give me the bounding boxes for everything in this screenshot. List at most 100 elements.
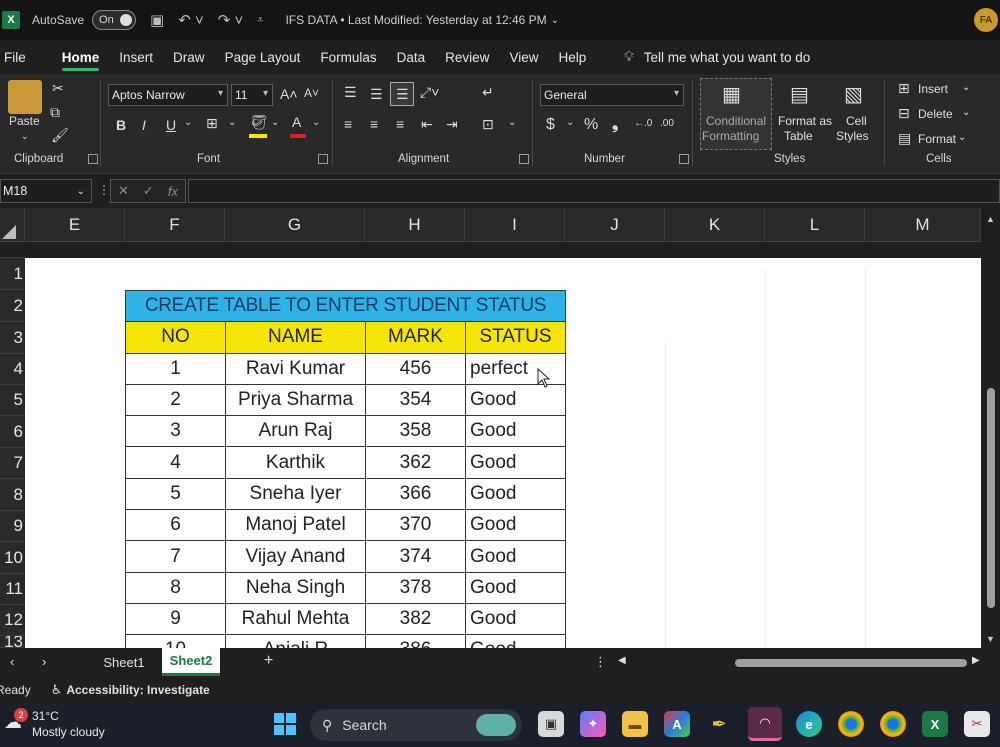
fill-color-icon[interactable]: 🪣︎: [250, 114, 268, 131]
cell-status[interactable]: Good: [465, 446, 566, 479]
format-cells-icon[interactable]: ▤: [898, 130, 911, 147]
tab-insert[interactable]: Insert: [109, 40, 163, 74]
cell-name[interactable]: Neha Singh: [225, 571, 366, 604]
cell-no[interactable]: 1: [125, 352, 226, 385]
table-title[interactable]: CREATE TABLE TO ENTER STUDENT STATUS: [125, 289, 566, 323]
recording-app-icon[interactable]: ◠: [748, 707, 782, 741]
customize-toolbar-icon[interactable]: ⩡: [257, 14, 263, 27]
column-header-e[interactable]: E: [25, 208, 125, 242]
row-header-7[interactable]: 7: [0, 448, 25, 479]
cell-name[interactable]: Arun Raj: [225, 415, 366, 448]
sheet-tab-sheet2[interactable]: Sheet2: [162, 648, 220, 676]
cell-no[interactable]: 3: [125, 415, 226, 448]
cell-styles-icon[interactable]: ▧: [844, 82, 863, 107]
snipping-tool-icon[interactable]: ✂: [964, 711, 990, 737]
font-name-select[interactable]: Aptos Narrow ▾: [108, 84, 228, 106]
save-icon[interactable]: ▣: [150, 11, 164, 29]
row-header-2[interactable]: 2: [0, 290, 25, 322]
chevron-down-icon[interactable]: ⌄: [508, 117, 516, 128]
percent-button[interactable]: %: [584, 116, 598, 134]
select-all-corner[interactable]: [0, 208, 25, 242]
cell-no[interactable]: 2: [125, 383, 226, 417]
insert-cells-button[interactable]: Insert: [918, 82, 948, 96]
scroll-right-icon[interactable]: ▶: [972, 655, 980, 666]
cell-mark[interactable]: 362: [365, 446, 466, 479]
cell-mark[interactable]: 366: [365, 477, 466, 511]
chevron-down-icon[interactable]: ⌄: [962, 82, 970, 93]
delete-cells-button[interactable]: Delete: [918, 107, 953, 121]
font-size-select[interactable]: 11 ▾: [231, 84, 273, 106]
excel-taskbar-icon[interactable]: X: [922, 711, 948, 737]
header-status[interactable]: STATUS: [465, 321, 566, 354]
cell-mark[interactable]: 358: [365, 415, 466, 448]
decrease-decimal-icon[interactable]: .00: [660, 118, 674, 129]
italic-button[interactable]: I: [142, 117, 146, 133]
tab-data[interactable]: Data: [387, 40, 436, 74]
enter-icon[interactable]: ✓: [143, 183, 154, 199]
cell-mark[interactable]: 370: [365, 509, 466, 542]
horizontal-scroll-thumb[interactable]: [735, 659, 967, 667]
cell-name[interactable]: Anjali R: [225, 634, 366, 648]
redo-icon[interactable]: ↷ ˅: [218, 11, 244, 29]
more-options-icon[interactable]: ⋮: [594, 654, 607, 670]
cell-name[interactable]: Karthik: [225, 446, 366, 479]
cell-status[interactable]: Good: [465, 509, 566, 542]
bold-button[interactable]: B: [116, 117, 126, 133]
formula-input[interactable]: [188, 179, 1000, 203]
column-header-l[interactable]: L: [765, 208, 865, 242]
underline-button[interactable]: U: [166, 117, 176, 133]
number-launcher-icon[interactable]: [679, 154, 689, 164]
align-left-icon[interactable]: ≡: [344, 116, 352, 132]
row-header-1[interactable]: 1: [0, 258, 25, 290]
cell-no[interactable]: 8: [125, 571, 226, 604]
increase-decimal-icon[interactable]: ←.0: [634, 118, 652, 129]
undo-icon[interactable]: ↶ ˅: [178, 11, 204, 29]
cell-status[interactable]: Good: [465, 383, 566, 417]
copy-icon[interactable]: ⧉: [50, 104, 60, 121]
align-right-icon[interactable]: ≡: [396, 116, 404, 132]
name-box[interactable]: M18 ⌄: [0, 179, 92, 203]
taskbar-search[interactable]: ⚲ Search: [310, 709, 522, 741]
paste-button[interactable]: Paste: [9, 114, 40, 128]
align-top-icon[interactable]: ☰: [344, 84, 357, 101]
comma-button[interactable]: ❟: [612, 116, 618, 134]
cut-icon[interactable]: ✂: [52, 80, 64, 97]
column-header-k[interactable]: K: [665, 208, 765, 242]
format-as-table-label-1[interactable]: Format as: [778, 114, 832, 128]
cell-name[interactable]: Vijay Anand: [225, 540, 366, 573]
row-header-8[interactable]: 8: [0, 479, 25, 511]
row-header-5[interactable]: 5: [0, 385, 25, 416]
format-as-table-icon[interactable]: ▤: [790, 82, 809, 107]
row-header-11[interactable]: 11: [0, 574, 25, 605]
pen-app-icon[interactable]: ✒: [706, 711, 732, 737]
weather-widget[interactable]: ☁ 2 31°C Mostly cloudy: [4, 708, 105, 740]
cell-no[interactable]: 10: [125, 634, 226, 648]
chevron-down-icon[interactable]: ⌄: [228, 117, 236, 128]
chevron-down-icon[interactable]: ⌄: [551, 15, 559, 26]
cancel-icon[interactable]: ✕: [118, 183, 129, 199]
chevron-down-icon[interactable]: ⌄: [271, 117, 279, 128]
merge-center-icon[interactable]: ⊡: [482, 116, 494, 133]
cell-name[interactable]: Manoj Patel: [225, 509, 366, 542]
cell-mark[interactable]: 378: [365, 571, 466, 604]
tab-draw[interactable]: Draw: [163, 40, 215, 74]
column-header-j[interactable]: J: [565, 208, 665, 242]
next-sheet-icon[interactable]: ›: [42, 654, 46, 669]
sheet-tab-sheet1[interactable]: Sheet1: [94, 648, 154, 676]
avatar[interactable]: FA: [974, 8, 998, 32]
tab-review[interactable]: Review: [435, 40, 499, 74]
chrome-profile-icon[interactable]: [880, 711, 906, 737]
chevron-down-icon[interactable]: ⌄: [184, 117, 192, 128]
column-header-h[interactable]: H: [365, 208, 465, 242]
cell-no[interactable]: 4: [125, 446, 226, 479]
cell-mark[interactable]: 382: [365, 602, 466, 636]
task-view-icon[interactable]: ▣: [538, 711, 564, 737]
decrease-font-icon[interactable]: A˅: [304, 86, 319, 100]
more-options-icon[interactable]: ⋮: [98, 183, 110, 197]
row-header-3[interactable]: 3: [0, 322, 25, 354]
decrease-indent-icon[interactable]: ⇤: [421, 116, 433, 133]
store-icon[interactable]: A: [664, 711, 690, 737]
tab-file[interactable]: File: [0, 40, 36, 74]
cell-name[interactable]: Rahul Mehta: [225, 602, 366, 636]
cell-no[interactable]: 6: [125, 509, 226, 542]
